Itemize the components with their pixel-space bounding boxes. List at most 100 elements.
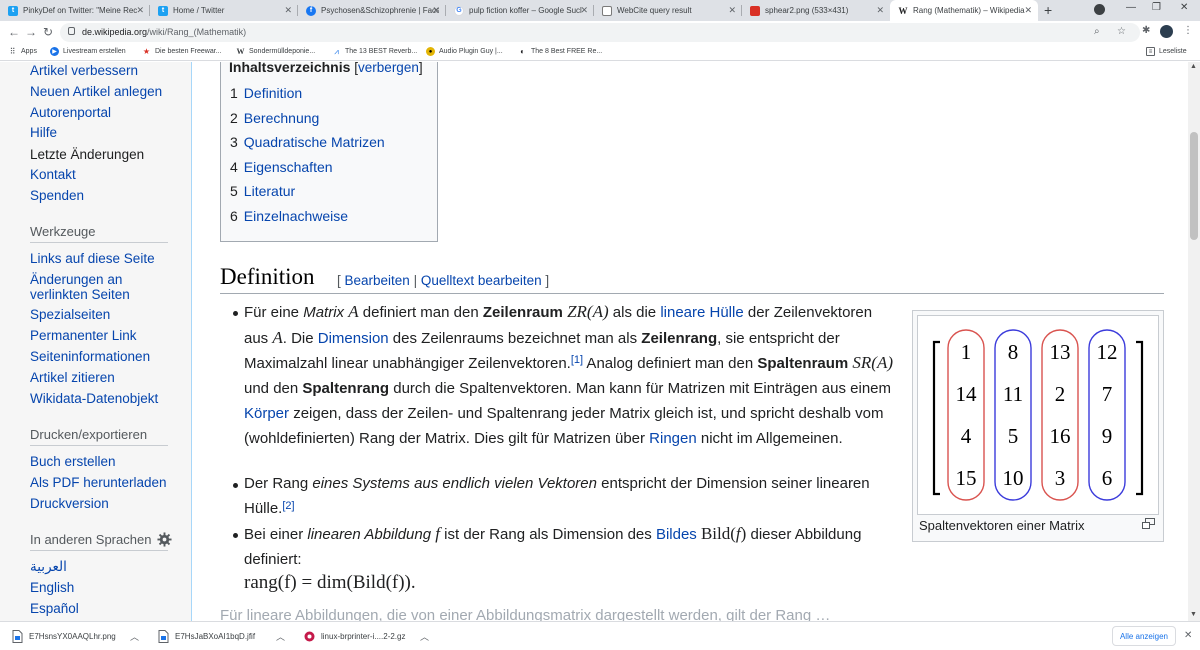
bookmark-item[interactable]: ⠿ Apps (8, 47, 37, 56)
back-icon[interactable]: ← (8, 25, 20, 39)
sidebar-divider (30, 550, 168, 551)
sidebar-item-kontakt[interactable]: Kontakt (30, 167, 76, 182)
scroll-up-icon[interactable]: ▲ (1190, 63, 1197, 70)
close-tab-icon[interactable]: ✕ (136, 5, 144, 16)
toc-item[interactable]: 6 Einzelnachweise (230, 208, 348, 224)
close-tab-icon[interactable]: ✕ (284, 5, 292, 16)
forward-icon[interactable]: → (25, 25, 37, 39)
sidebar-item-links-auf-seite[interactable]: Links auf diese Seite (30, 251, 155, 266)
bookmark-item[interactable]: ⩘ The 13 BEST Reverb... (332, 47, 417, 56)
sidebar-item-wikidata[interactable]: Wikidata-Datenobjekt (30, 391, 158, 406)
bookmark-label: Die besten Freewar... (155, 48, 222, 55)
avatar[interactable] (1160, 25, 1173, 38)
browser-tab[interactable]: WebCite query result ✕ (594, 0, 742, 21)
browser-tab[interactable]: t PinkyDef on Twitter: "Meine Rec ✕ (0, 0, 150, 21)
extensions-icon[interactable]: ✱ (1142, 25, 1150, 36)
close-tab-icon[interactable]: ✕ (432, 5, 440, 16)
sidebar-item-aenderungen-an[interactable]: Änderungen an (30, 272, 122, 287)
link-dimension[interactable]: Dimension (318, 330, 389, 347)
browser-tab[interactable]: sphear2.png (533×431) ✕ (742, 0, 890, 21)
sidebar-item-lang-ar[interactable]: العربية (30, 559, 67, 574)
sidebar-item-permanenter-link[interactable]: Permanenter Link (30, 328, 137, 343)
matrix-figure[interactable]: 1 14 4 15 8 11 5 10 13 2 16 3 12 7 9 6 (917, 315, 1159, 515)
close-shelf-icon[interactable]: ✕ (1184, 630, 1192, 641)
download-item[interactable]: E7HsJaBXoAI1bqD.jfif ︿ (158, 628, 285, 645)
sidebar-item-spenden[interactable]: Spenden (30, 188, 84, 203)
reference-2[interactable]: [2] (282, 500, 294, 512)
sidebar-item-spezialseiten[interactable]: Spezialseiten (30, 307, 110, 322)
chevron-up-icon[interactable]: ︿ (276, 630, 285, 643)
sidebar-item-neuer-artikel[interactable]: Neuen Artikel anlegen (30, 84, 162, 99)
download-item[interactable]: E7HsnsYX0AAQLhr.png ︿ (12, 628, 139, 645)
sidebar-item-lang-es[interactable]: Español (30, 601, 79, 616)
download-item[interactable]: linux-brprinter-i....2-2.gz ︿ (304, 628, 429, 645)
sidebar-item-artikel-verbessern[interactable]: Artikel verbessern (30, 63, 138, 78)
sidebar-item-pdf[interactable]: Als PDF herunterladen (30, 475, 167, 490)
edit-link[interactable]: Bearbeiten (345, 273, 410, 288)
link-lineare-huelle[interactable]: lineare Hülle (660, 304, 743, 321)
show-all-downloads-button[interactable]: Alle anzeigen (1112, 626, 1176, 646)
moon-icon: ◐ (520, 47, 525, 56)
new-tab-button[interactable]: + (1044, 2, 1052, 18)
link-ringen[interactable]: Ringen (649, 430, 697, 447)
close-tab-icon[interactable]: ✕ (1024, 5, 1032, 16)
toc-item[interactable]: 3 Quadratische Matrizen (230, 134, 385, 150)
bookmark-item[interactable]: ◐ The 8 Best FREE Re... (518, 47, 602, 56)
sidebar-item-autorenportal[interactable]: Autorenportal (30, 105, 111, 120)
reference-1[interactable]: [1] (571, 354, 583, 366)
tab-strip: t PinkyDef on Twitter: "Meine Rec ✕ t Ho… (0, 0, 1200, 21)
browser-tab[interactable]: G pulp fiction koffer – Google Sucl ✕ (446, 0, 594, 21)
scroll-down-icon[interactable]: ▼ (1190, 611, 1197, 618)
bookmark-label: The 8 Best FREE Re... (531, 48, 603, 55)
bookmark-item[interactable]: ★ Die besten Freewar... (142, 47, 222, 56)
toc-toggle[interactable]: [verbergen] (354, 62, 422, 75)
link-bildes[interactable]: Bildes (656, 526, 697, 543)
browser-tab-active[interactable]: W Rang (Mathematik) – Wikipedia ✕ (890, 0, 1038, 21)
tab-search-icon[interactable] (1094, 4, 1105, 15)
edit-source-link[interactable]: Quelltext bearbeiten (421, 273, 542, 288)
sidebar-item-verlinkte-seiten[interactable]: verlinkten Seiten (30, 287, 130, 302)
twitter-icon: t (158, 5, 168, 16)
sidebar-item-druckversion[interactable]: Druckversion (30, 496, 109, 511)
close-tab-icon[interactable]: ✕ (728, 5, 736, 16)
chevron-up-icon[interactable]: ︿ (420, 630, 429, 643)
url-text: de.wikipedia.org/wiki/Rang_(Mathematik) (82, 27, 247, 37)
sidebar-item-seiteninformationen[interactable]: Seiteninformationen (30, 349, 150, 364)
reload-icon[interactable]: ↻ (43, 25, 53, 39)
sidebar-item-letzte-aenderungen[interactable]: Letzte Änderungen (30, 147, 144, 162)
enlarge-icon[interactable] (1142, 518, 1155, 529)
sidebar-item-lang-en[interactable]: English (30, 580, 74, 595)
sidebar-item-artikel-zitieren[interactable]: Artikel zitieren (30, 370, 115, 385)
close-tab-icon[interactable]: ✕ (580, 5, 588, 16)
bookmark-item[interactable]: ▶ Livestream erstellen (50, 47, 126, 56)
toc-item[interactable]: 1 Definition (230, 85, 302, 101)
bookmark-item[interactable]: W Sondermülldeponie... (236, 47, 316, 56)
browser-toolbar: ← → ↻ de.wikipedia.org/wiki/Rang_(Mathem… (0, 21, 1200, 44)
maximize-icon[interactable]: ❐ (1152, 2, 1161, 13)
sidebar-item-hilfe[interactable]: Hilfe (30, 125, 57, 140)
matrix-entry: 15 (956, 466, 977, 490)
bookmark-item[interactable]: ● Audio Plugin Guy |... (426, 47, 503, 56)
menu-icon[interactable]: ⋮ (1183, 25, 1193, 36)
minimize-icon[interactable]: — (1126, 2, 1136, 13)
close-window-icon[interactable]: ✕ (1180, 2, 1188, 13)
browser-tab[interactable]: t Home / Twitter ✕ (150, 0, 298, 21)
sidebar-item-buch-erstellen[interactable]: Buch erstellen (30, 454, 116, 469)
zoom-icon[interactable]: ⌕ (1094, 26, 1100, 37)
scrollbar[interactable]: ▲ ▼ (1188, 62, 1200, 621)
bookmark-star-icon[interactable]: ☆ (1117, 26, 1126, 37)
close-tab-icon[interactable]: ✕ (876, 5, 884, 16)
file-icon (12, 630, 23, 643)
matrix-entry: 7 (1102, 382, 1113, 406)
toc-item[interactable]: 2 Berechnung (230, 110, 319, 126)
gear-icon[interactable] (157, 532, 172, 547)
section-heading: Definition (220, 264, 315, 289)
toc-item[interactable]: 4 Eigenschaften (230, 159, 333, 175)
link-koerper[interactable]: Körper (244, 405, 289, 422)
browser-tab[interactable]: f Psychosen&Schizophrenie | Face ✕ (298, 0, 446, 21)
chevron-up-icon[interactable]: ︿ (130, 630, 139, 643)
address-bar[interactable]: de.wikipedia.org/wiki/Rang_(Mathematik) … (60, 23, 1140, 42)
reading-list-button[interactable]: ≡ Leseliste (1146, 47, 1187, 56)
toc-item[interactable]: 5 Literatur (230, 183, 295, 199)
scrollbar-thumb[interactable] (1190, 132, 1198, 240)
